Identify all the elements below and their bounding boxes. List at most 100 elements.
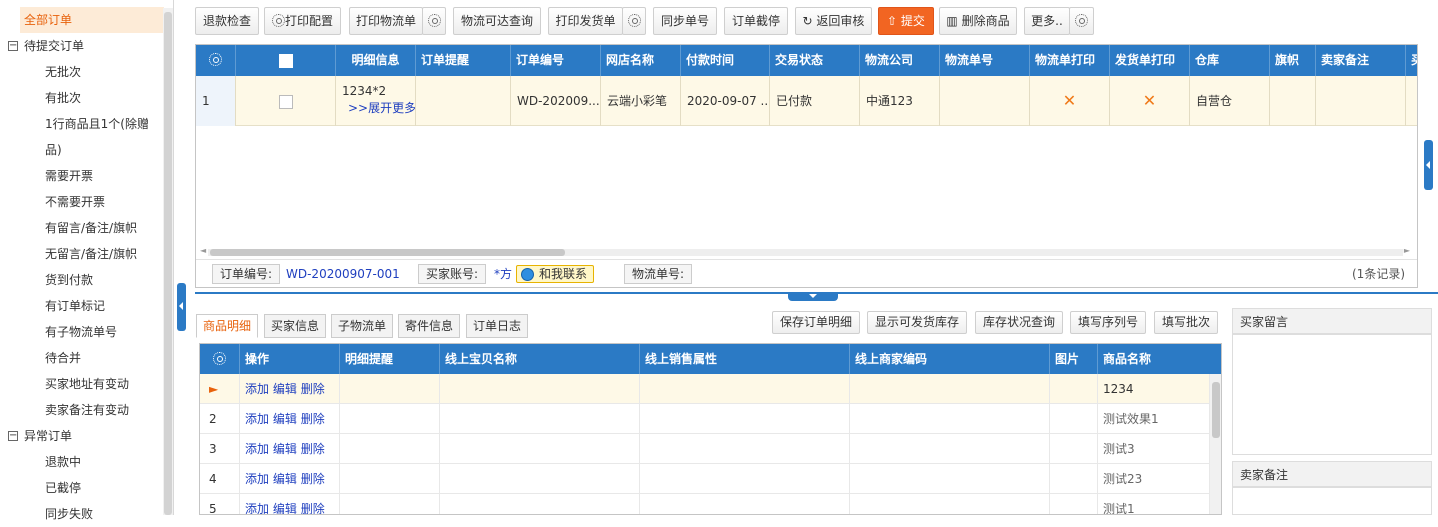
table-row[interactable]: 3 添加 编辑 删除 测试3 xyxy=(200,434,1210,464)
edit-link[interactable]: 编辑 xyxy=(273,442,297,456)
edit-link[interactable]: 编辑 xyxy=(273,382,297,396)
col-logistics[interactable]: 物流公司 xyxy=(860,45,940,76)
fill-batch-button[interactable]: 填写批次 xyxy=(1154,311,1219,334)
sidebar-item-all-orders[interactable]: 全部订单 xyxy=(20,7,164,33)
edit-link[interactable]: 编辑 xyxy=(273,412,297,426)
scrollbar-thumb[interactable] xyxy=(1212,382,1220,438)
buyer-message-box[interactable] xyxy=(1232,334,1432,455)
table-row[interactable]: ► 添加 编辑 删除 1234 xyxy=(200,374,1210,404)
sidebar-item[interactable]: 需要开票 xyxy=(45,163,93,189)
col-tracking-no[interactable]: 物流单号 xyxy=(940,45,1030,76)
print-invoice-button[interactable]: 打印发货单 xyxy=(548,7,623,35)
sidebar-item[interactable]: 有批次 xyxy=(45,85,81,111)
table-row[interactable]: 4 添加 编辑 删除 测试23 xyxy=(200,464,1210,494)
edit-link[interactable]: 编辑 xyxy=(273,472,297,486)
intercept-order-button[interactable]: 订单截停 xyxy=(724,7,788,35)
tab-order-log[interactable]: 订单日志 xyxy=(466,314,529,338)
add-link[interactable]: 添加 xyxy=(245,472,269,486)
delete-link[interactable]: 删除 xyxy=(301,502,325,514)
delete-link[interactable]: 删除 xyxy=(301,382,325,396)
return-review-button[interactable]: ↻ 返回审核 xyxy=(795,7,872,35)
sidebar-item[interactable]: 有留言/备注/旗帜 xyxy=(45,215,137,241)
sidebar-item[interactable]: 待合并 xyxy=(45,345,81,371)
sidebar-group-abnormal[interactable]: − 异常订单 xyxy=(8,423,72,449)
add-link[interactable]: 添加 xyxy=(245,442,269,456)
sidebar-item-wrap[interactable]: 品) xyxy=(45,137,62,163)
save-order-detail-button[interactable]: 保存订单明细 xyxy=(772,311,861,334)
col-online-attr[interactable]: 线上销售属性 xyxy=(640,344,850,374)
print-logistics-button[interactable]: 打印物流单 xyxy=(349,7,423,35)
table-row[interactable]: 2 添加 编辑 删除 测试效果1 xyxy=(200,404,1210,434)
col-detail[interactable]: 明细信息 xyxy=(336,45,416,76)
show-stock-button[interactable]: 显示可发货库存 xyxy=(867,311,968,334)
col-seller-note[interactable]: 卖家备注 xyxy=(1316,45,1406,76)
collapse-icon[interactable]: − xyxy=(8,40,18,51)
print-config-button[interactable]: 打印配置 xyxy=(264,7,341,35)
seller-note-box[interactable] xyxy=(1232,487,1432,515)
col-invoice-print[interactable]: 发货单打印 xyxy=(1110,45,1190,76)
table-row[interactable]: 5 添加 编辑 删除 测试1 xyxy=(200,494,1210,514)
col-logistics-print[interactable]: 物流单打印 xyxy=(1030,45,1110,76)
sidebar-item[interactable]: 买家地址有变动 xyxy=(45,371,129,397)
delete-link[interactable]: 删除 xyxy=(301,472,325,486)
scrollbar-thumb[interactable] xyxy=(210,249,565,256)
col-status[interactable]: 交易状态 xyxy=(770,45,860,76)
submit-button[interactable]: ⇧ 提交 xyxy=(878,7,934,35)
table-row[interactable]: 1 1234*2 >>展开更多 WD-202009... 云端小彩笔 2020-… xyxy=(196,76,1417,126)
logistics-query-button[interactable]: 物流可达查询 xyxy=(453,7,541,35)
row-checkbox-cell[interactable] xyxy=(236,76,336,126)
scroll-left-icon[interactable]: ◄ xyxy=(200,246,206,255)
scrollbar-thumb[interactable] xyxy=(164,12,172,515)
scroll-right-icon[interactable]: ► xyxy=(1404,246,1410,255)
sidebar-item[interactable]: 无留言/备注/旗帜 xyxy=(45,241,137,267)
tab-sender-info[interactable]: 寄件信息 xyxy=(398,314,461,338)
goods-column-settings-button[interactable] xyxy=(200,344,240,374)
select-all-checkbox-cell[interactable] xyxy=(236,45,336,76)
sidebar-item[interactable]: 已截停 xyxy=(45,475,81,501)
vertical-scrollbar[interactable] xyxy=(1210,374,1221,514)
more-settings-button[interactable] xyxy=(1069,7,1094,35)
col-pay-time[interactable]: 付款时间 xyxy=(681,45,770,76)
column-settings-button[interactable] xyxy=(196,45,236,76)
col-merchant-code[interactable]: 线上商家编码 xyxy=(850,344,1050,374)
col-order-no[interactable]: 订单编号 xyxy=(511,45,601,76)
sidebar-collapse-handle[interactable] xyxy=(177,283,186,331)
delete-link[interactable]: 删除 xyxy=(301,412,325,426)
col-shop[interactable]: 网店名称 xyxy=(601,45,681,76)
sidebar-item[interactable]: 不需要开票 xyxy=(45,189,105,215)
select-all-checkbox[interactable] xyxy=(278,53,293,68)
sidebar-item[interactable]: 退款中 xyxy=(45,449,81,475)
sidebar-item[interactable]: 无批次 xyxy=(45,59,81,85)
tab-buyer-info[interactable]: 买家信息 xyxy=(264,314,327,338)
col-warehouse[interactable]: 仓库 xyxy=(1190,45,1270,76)
sidebar-scrollbar[interactable] xyxy=(163,8,173,515)
contact-me-button[interactable]: 和我联系 xyxy=(516,265,594,283)
expand-more-link[interactable]: >>展开更多 xyxy=(342,100,415,117)
collapse-icon[interactable]: − xyxy=(8,430,18,441)
col-detail-reminder[interactable]: 明细提醒 xyxy=(340,344,440,374)
print-invoice-settings-button[interactable] xyxy=(622,7,646,35)
delete-goods-button[interactable]: ▥ 删除商品 xyxy=(939,7,1017,35)
fill-serial-button[interactable]: 填写序列号 xyxy=(1070,311,1147,334)
sidebar-item[interactable]: 卖家备注有变动 xyxy=(45,397,129,423)
sidebar-item[interactable]: 有子物流单号 xyxy=(45,319,117,345)
tab-goods-detail[interactable]: 商品明细 xyxy=(196,314,259,338)
add-link[interactable]: 添加 xyxy=(245,382,269,396)
sidebar-item[interactable]: 1行商品且1个(除赠 xyxy=(45,111,149,137)
edit-link[interactable]: 编辑 xyxy=(273,502,297,514)
horizontal-scrollbar[interactable]: ◄ ► xyxy=(200,246,1410,258)
col-reminder[interactable]: 订单提醒 xyxy=(416,45,511,76)
stock-status-button[interactable]: 库存状况查询 xyxy=(975,311,1064,334)
splitter-collapse-handle[interactable] xyxy=(788,292,838,301)
sidebar-item[interactable]: 同步失败 xyxy=(45,501,93,527)
sync-number-button[interactable]: 同步单号 xyxy=(653,7,717,35)
col-buyer[interactable]: 买 xyxy=(1406,45,1417,76)
col-image[interactable]: 图片 xyxy=(1050,344,1098,374)
refund-check-button[interactable]: 退款检查 xyxy=(195,7,259,35)
col-action[interactable]: 操作 xyxy=(240,344,340,374)
sidebar-item[interactable]: 货到付款 xyxy=(45,267,93,293)
delete-link[interactable]: 删除 xyxy=(301,442,325,456)
print-logistics-settings-button[interactable] xyxy=(422,7,446,35)
add-link[interactable]: 添加 xyxy=(245,412,269,426)
col-flag[interactable]: 旗帜 xyxy=(1270,45,1316,76)
